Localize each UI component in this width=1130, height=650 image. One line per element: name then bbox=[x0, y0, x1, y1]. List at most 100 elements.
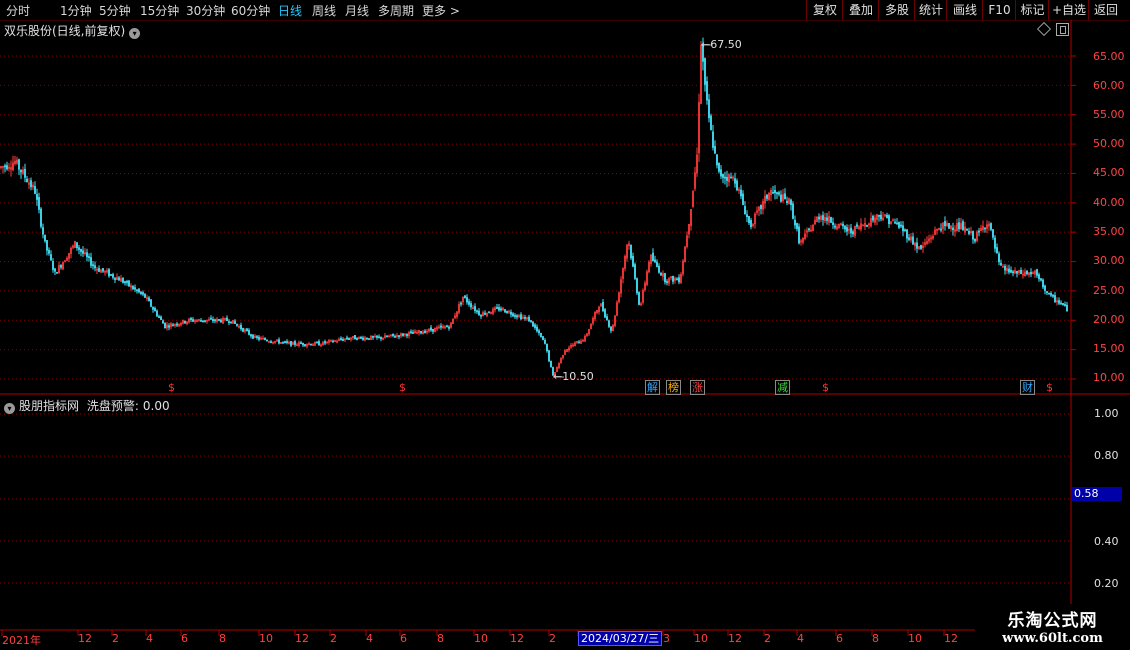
event-marker-reduce[interactable]: 减 bbox=[775, 380, 790, 395]
candle-body bbox=[880, 214, 882, 220]
period-tab-60min[interactable]: 60分钟 bbox=[231, 2, 270, 19]
candle-body bbox=[48, 249, 50, 254]
candle-body bbox=[610, 326, 612, 331]
candle-body bbox=[742, 193, 744, 205]
candle-body bbox=[324, 341, 326, 344]
time-axis-label: 2 bbox=[112, 632, 119, 645]
event-marker-limit-up[interactable]: 涨 bbox=[690, 380, 705, 395]
y-axis-tick-label: 65.00 bbox=[1093, 50, 1125, 63]
candle-body bbox=[78, 247, 80, 250]
overlay-button[interactable]: 叠加 bbox=[842, 0, 879, 20]
indicator-title[interactable]: ▾ 股朋指标网 洗盘预警: 0.00 bbox=[4, 397, 170, 414]
period-tab-15min[interactable]: 15分钟 bbox=[140, 2, 179, 19]
candle-body bbox=[1008, 268, 1010, 273]
chart-title[interactable]: 双乐股份(日线,前复权) ▾ bbox=[4, 22, 141, 39]
candle-body bbox=[460, 302, 462, 305]
candle-body bbox=[834, 225, 836, 228]
candle-body bbox=[218, 319, 220, 321]
candle-body bbox=[850, 227, 852, 234]
candle-body bbox=[294, 341, 296, 345]
candle-body bbox=[478, 310, 480, 316]
candle-body bbox=[192, 319, 194, 322]
period-tab-monthly[interactable]: 月线 bbox=[345, 2, 369, 19]
event-marker-unlock[interactable]: 解 bbox=[645, 380, 660, 395]
candle-body bbox=[1060, 302, 1062, 305]
candle-body bbox=[498, 307, 500, 311]
indicator-current-value-badge: 0.58 bbox=[1072, 487, 1122, 501]
candle-body bbox=[730, 176, 732, 179]
candle-body bbox=[44, 234, 46, 242]
chevron-down-icon[interactable]: ▾ bbox=[129, 28, 141, 39]
add-watchlist-button[interactable]: +自选 bbox=[1048, 0, 1089, 20]
period-tab-fenshi[interactable]: 分时 bbox=[6, 2, 30, 19]
period-tab-1min[interactable]: 1分钟 bbox=[60, 2, 92, 19]
candle-body bbox=[286, 341, 288, 343]
candle-body bbox=[406, 333, 408, 337]
candle-body bbox=[734, 178, 736, 184]
candle-body bbox=[52, 261, 54, 270]
kline-chart-canvas[interactable] bbox=[0, 20, 1130, 650]
candle-body bbox=[822, 215, 824, 221]
candle-body bbox=[430, 327, 432, 331]
cursor-date-badge: 2024/03/27/三 bbox=[578, 631, 663, 646]
chevron-down-icon[interactable]: ▾ bbox=[4, 403, 15, 414]
period-tab-daily[interactable]: 日线 bbox=[278, 2, 302, 19]
f10-button[interactable]: F10 bbox=[982, 0, 1016, 20]
candle-body bbox=[736, 180, 738, 191]
candle-body bbox=[660, 272, 662, 276]
candle-body bbox=[122, 278, 124, 283]
event-marker-dollar[interactable]: $ bbox=[167, 381, 176, 394]
candle-body bbox=[1026, 270, 1028, 275]
draw-line-button[interactable]: 画线 bbox=[946, 0, 983, 20]
more-menu-button[interactable]: 更多 > bbox=[422, 2, 460, 19]
candle-body bbox=[664, 273, 666, 283]
candle-body bbox=[468, 301, 470, 305]
candle-body bbox=[774, 189, 776, 194]
candle-body bbox=[538, 330, 540, 334]
period-tab-30min[interactable]: 30分钟 bbox=[186, 2, 225, 19]
candle-body bbox=[6, 165, 8, 170]
candle-body bbox=[652, 252, 654, 262]
candle-body bbox=[348, 338, 350, 340]
candle-body bbox=[962, 221, 964, 231]
candle-body bbox=[128, 280, 130, 287]
candle-body bbox=[76, 242, 78, 248]
candle-body bbox=[506, 310, 508, 314]
panel-layout-icon[interactable] bbox=[1056, 23, 1069, 36]
candle-body bbox=[376, 335, 378, 338]
period-tab-multi[interactable]: 多周期 bbox=[378, 2, 414, 19]
event-marker-ranking[interactable]: 榜 bbox=[666, 380, 681, 395]
candle-body bbox=[784, 193, 786, 200]
mark-button[interactable]: 标记 bbox=[1015, 0, 1049, 20]
period-tab-weekly[interactable]: 周线 bbox=[312, 2, 336, 19]
y-axis-tick-label: 50.00 bbox=[1093, 137, 1125, 150]
candle-body bbox=[134, 287, 136, 290]
event-marker-dollar[interactable]: $ bbox=[1045, 381, 1054, 394]
event-marker-dollar[interactable]: $ bbox=[398, 381, 407, 394]
time-axis-label: 10 bbox=[259, 632, 273, 645]
multi-stock-button[interactable]: 多股 bbox=[878, 0, 915, 20]
back-button[interactable]: 返回 bbox=[1088, 0, 1123, 20]
candle-body bbox=[394, 336, 396, 338]
candle-body bbox=[744, 206, 746, 215]
candle-body bbox=[900, 224, 902, 227]
candle-body bbox=[968, 230, 970, 234]
indicator-y-tick-label: 0.80 bbox=[1094, 449, 1119, 462]
fuquan-button[interactable]: 复权 bbox=[806, 0, 843, 20]
candle-body bbox=[916, 242, 918, 249]
period-tab-5min[interactable]: 5分钟 bbox=[99, 2, 131, 19]
candle-body bbox=[704, 58, 706, 85]
event-marker-finance[interactable]: 财 bbox=[1020, 380, 1035, 395]
candle-body bbox=[856, 224, 858, 227]
candle-body bbox=[124, 281, 126, 284]
candle-body bbox=[912, 236, 914, 245]
candle-body bbox=[940, 228, 942, 231]
candle-body bbox=[86, 252, 88, 258]
y-axis-tick-label: 25.00 bbox=[1093, 284, 1125, 297]
arrow-left-icon: ← bbox=[701, 38, 711, 51]
candle-body bbox=[726, 177, 728, 181]
event-marker-dollar[interactable]: $ bbox=[821, 381, 830, 394]
candle-body bbox=[1062, 303, 1064, 306]
candle-body bbox=[212, 319, 214, 322]
statistics-button[interactable]: 统计 bbox=[914, 0, 947, 20]
